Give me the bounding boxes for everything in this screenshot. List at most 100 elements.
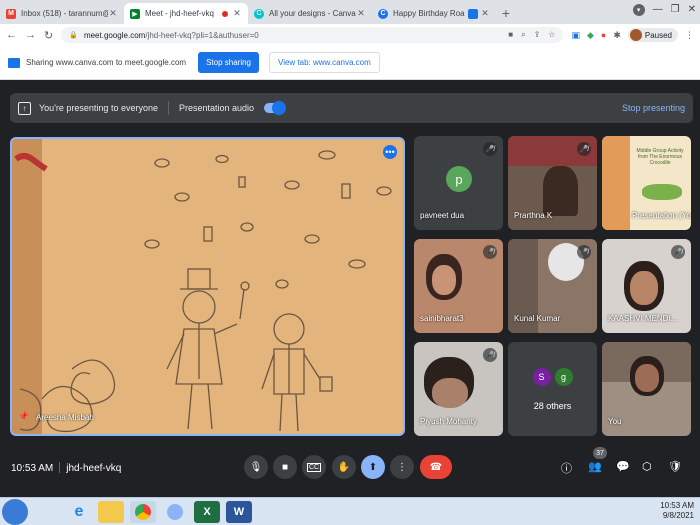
share-icon[interactable]: ⇪ (534, 30, 541, 40)
presentation-tile[interactable]: Middle Group Activity from The Enormous … (602, 136, 691, 230)
tab-title: Happy Birthday Roald Dahl (393, 9, 465, 18)
close-icon[interactable]: ✕ (356, 8, 366, 19)
tab-canva-birthday[interactable]: C Happy Birthday Roald Dahl ✕ (372, 3, 496, 24)
avatar: p (446, 166, 472, 192)
sharing-message: Sharing www.canva.com to meet.google.com (26, 58, 187, 67)
microphone-button[interactable]: 🎙 (244, 455, 268, 479)
drawing-image (12, 139, 403, 434)
screen-share-icon (468, 8, 478, 19)
mic-off-icon: 🎤̸ (577, 142, 591, 156)
meeting-time: 10:53 AM (11, 463, 54, 474)
extensions-puzzle-icon[interactable]: ✱ (613, 30, 621, 41)
system-tray[interactable]: 10:53 AM 9/8/2021 (660, 501, 694, 521)
stop-sharing-button[interactable]: Stop sharing (198, 52, 259, 73)
leave-call-button[interactable]: ☎ (420, 455, 452, 479)
reload-icon[interactable]: ↻ (44, 29, 53, 42)
participant-name: Kunal Kumar (514, 314, 561, 323)
tab-canva-designs[interactable]: C All your designs - Canva ✕ (248, 3, 372, 24)
view-tab-button[interactable]: View tab: www.canva.com (269, 52, 380, 73)
participant-tile[interactable]: 🎤̸ p pavneet dua (414, 136, 503, 230)
tab-search-icon[interactable]: ▾ (632, 4, 645, 16)
windows-taskbar: e X W 10:53 AM 9/8/2021 (0, 497, 700, 525)
self-view-tile[interactable]: You (602, 342, 691, 436)
tab-title: Meet - jhd-heef-vkq (145, 9, 214, 18)
close-icon[interactable]: ✕ (108, 8, 118, 19)
others-tile[interactable]: S g 28 others (508, 342, 597, 436)
mic-off-icon: 🎤̸ (483, 348, 497, 362)
present-now-button[interactable]: ⬆ (361, 455, 385, 479)
minimize-button[interactable]: — (653, 4, 663, 16)
mic-off-icon: 🎤̸ (483, 245, 497, 259)
stop-presenting-button[interactable]: Stop presenting (622, 103, 685, 113)
participant-tile[interactable]: 🎤̸ sainibharat3 (414, 239, 503, 333)
word-icon[interactable]: W (226, 501, 252, 523)
chrome-icon[interactable] (130, 501, 156, 523)
poster-decoration (602, 136, 630, 230)
participant-name: Prarthna K (514, 211, 553, 220)
canva-icon: C (378, 8, 388, 19)
meet-icon: ▶ (130, 8, 140, 19)
zoom-icon[interactable]: ⌕ (521, 30, 525, 40)
extension-icon[interactable]: ◆ (587, 30, 594, 41)
extension-icon[interactable]: ● (601, 30, 606, 40)
participant-name: KAASHVI MENDI... (608, 314, 678, 323)
tab-gmail[interactable]: M Inbox (518) - tarannum@theindi ✕ (0, 3, 124, 24)
people-icon[interactable]: 👥 (588, 460, 602, 473)
participant-tile[interactable]: 🎤̸ Kunal Kumar (508, 239, 597, 333)
screen-share-icon (8, 57, 20, 68)
close-window-button[interactable]: ✕ (688, 4, 696, 16)
avatar (629, 29, 642, 41)
participant-name: Presentation (You) (632, 211, 691, 220)
new-tab-button[interactable]: + (496, 3, 516, 23)
presenting-message: You're presenting to everyone (39, 103, 158, 113)
present-screen-icon: ↑ (18, 101, 31, 115)
participant-name: pavneet dua (420, 211, 465, 220)
participant-name: You (608, 417, 622, 426)
captions-button[interactable]: CC (302, 455, 326, 479)
pin-icon[interactable]: 📌 (18, 411, 29, 422)
poster-text: Middle Group Activity from The Enormous … (636, 148, 684, 166)
close-icon[interactable]: ✕ (480, 8, 490, 19)
back-icon[interactable]: ← (6, 29, 17, 41)
chat-icon[interactable]: 💬 (616, 460, 630, 473)
participant-tile[interactable]: 🎤̸ Piyush Mohanty (414, 342, 503, 436)
close-icon[interactable]: ✕ (232, 8, 242, 19)
main-video-tile[interactable]: ••• 📌 Areesha Misbah (10, 137, 405, 436)
canva-icon: C (254, 8, 264, 19)
ie-icon[interactable]: e (66, 501, 92, 523)
captions-icon: CC (306, 462, 322, 472)
extension-icon[interactable]: ▣ (571, 30, 580, 41)
camera-icon: ■ (281, 461, 289, 473)
tab-meet[interactable]: ▶ Meet - jhd-heef-vkq ✕ (124, 3, 248, 24)
excel-icon[interactable]: X (194, 501, 220, 523)
file-explorer-icon[interactable] (98, 501, 124, 523)
camera-button[interactable]: ■ (273, 455, 297, 479)
lock-icon: 🔒 (69, 32, 78, 39)
address-bar[interactable]: 🔒 meet.google.com/jhd-heef-vkq?pli=1&aut… (61, 27, 564, 43)
bookmark-star-icon[interactable]: ☆ (548, 30, 555, 40)
divider (167, 101, 169, 115)
more-options-icon[interactable]: ••• (383, 145, 397, 159)
participant-tile[interactable]: 🎤̸ KAASHVI MENDI... (602, 239, 691, 333)
chrome-icon[interactable] (162, 501, 188, 523)
presentation-audio-label: Presentation audio (178, 103, 255, 113)
end-call-icon: ☎ (429, 461, 443, 473)
profile-button[interactable]: Paused (627, 28, 678, 42)
activities-icon[interactable]: ⬡ (642, 460, 652, 473)
raise-hand-button[interactable]: ✋ (332, 455, 356, 479)
mic-off-icon: 🎤̸ (483, 142, 497, 156)
more-options-button[interactable]: ⋮ (390, 455, 414, 479)
tab-title: All your designs - Canva (269, 9, 356, 18)
start-button[interactable] (2, 499, 28, 525)
meeting-details-icon[interactable]: ⓘ (561, 460, 572, 476)
presentation-audio-toggle[interactable] (264, 101, 287, 115)
camera-in-use-icon[interactable]: ■ (508, 30, 513, 40)
browser-toolbar: ← → ↻ 🔒 meet.google.com/jhd-heef-vkq?pli… (0, 24, 700, 46)
participant-name: sainibharat3 (420, 314, 464, 323)
forward-icon[interactable]: → (25, 29, 36, 41)
host-controls-icon[interactable]: 🛡 (668, 460, 682, 473)
participant-tile[interactable]: 🎤̸ Prarthna K (508, 136, 597, 230)
mic-off-icon: 🎤̸ (671, 245, 685, 259)
restore-button[interactable]: ❐ (671, 4, 680, 16)
menu-icon[interactable]: ⋮ (685, 30, 694, 41)
